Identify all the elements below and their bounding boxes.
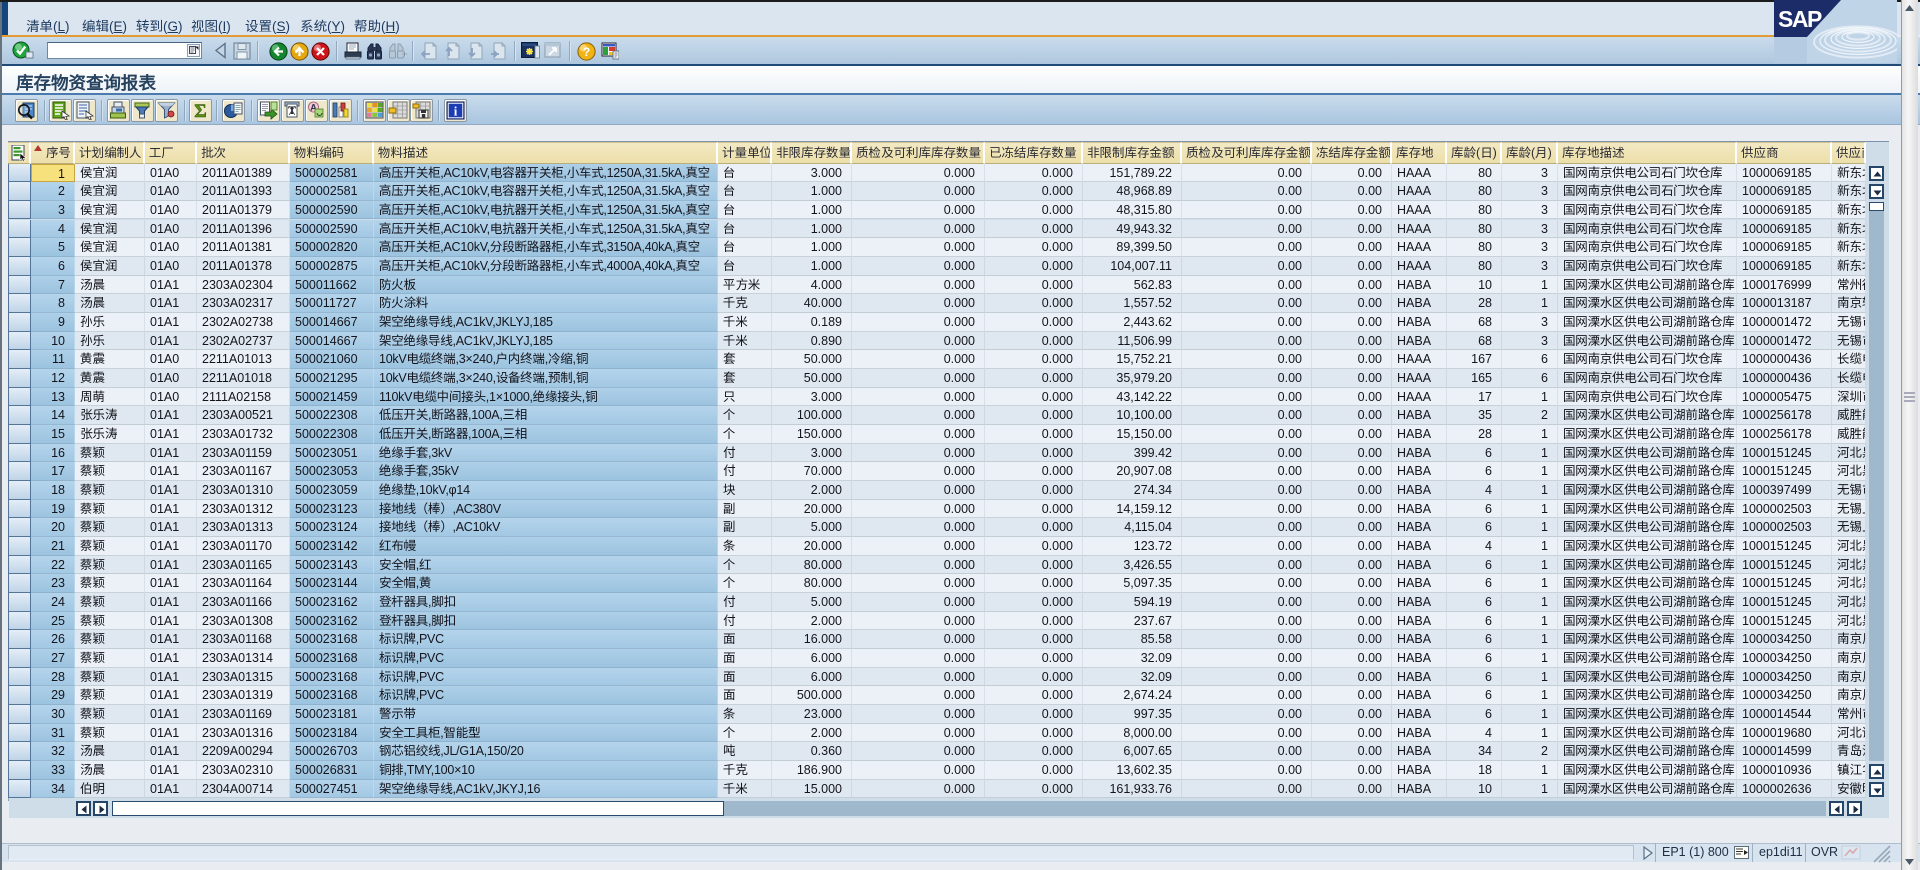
svg-text:i: i — [454, 104, 458, 119]
svg-text:Σ: Σ — [194, 101, 206, 121]
svg-text:SAP: SAP — [1778, 6, 1822, 32]
svg-text:?: ? — [583, 45, 590, 59]
